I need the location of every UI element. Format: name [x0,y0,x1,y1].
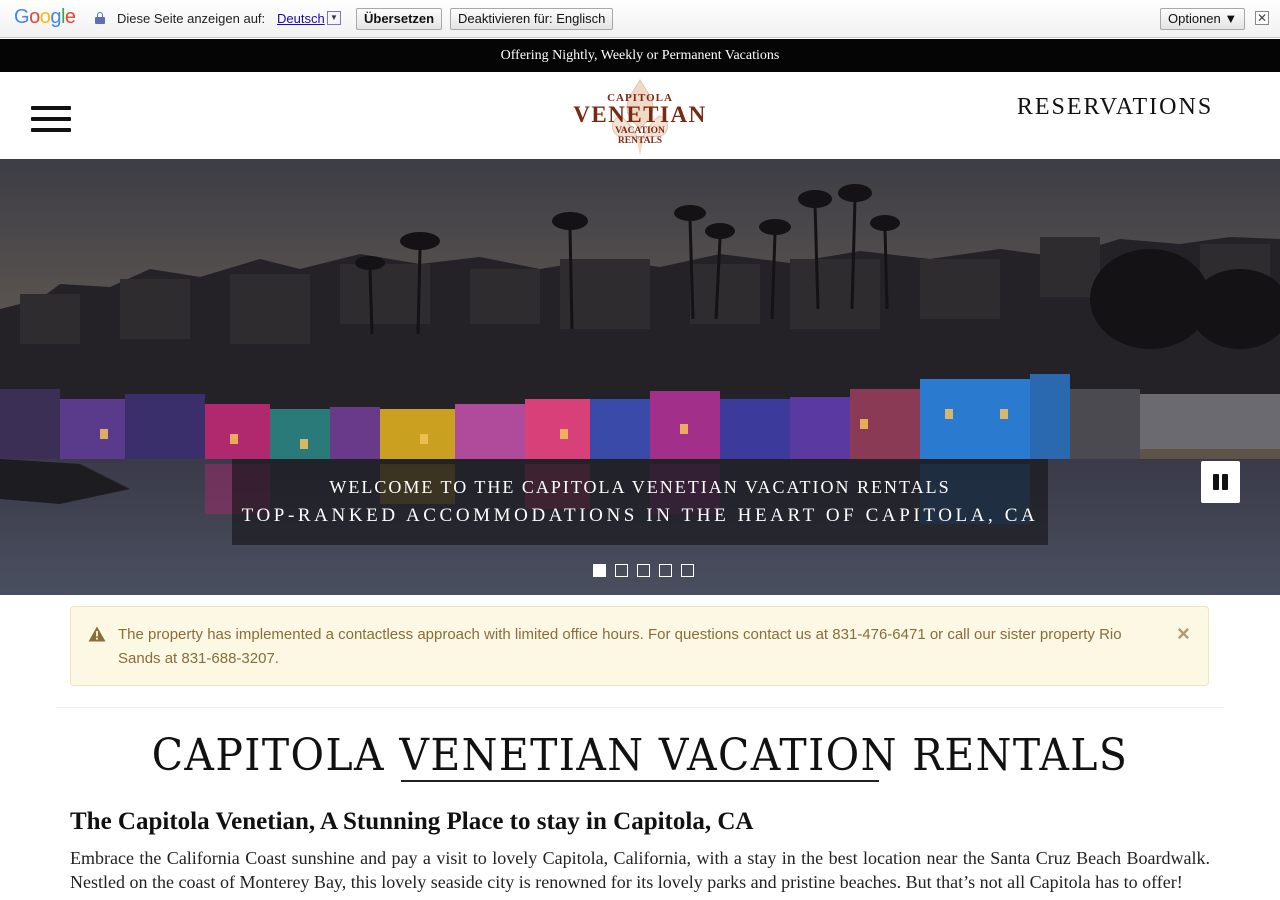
hero-caption-line-1: WELCOME TO THE CAPITOLA VENETIAN VACATIO… [329,477,951,497]
pause-icon[interactable] [1201,461,1240,503]
close-icon[interactable]: × [1177,621,1190,647]
language-link[interactable]: Deutsch [277,11,325,26]
notice-alert: The property has implemented a contactle… [70,606,1209,686]
translate-label: Diese Seite anzeigen auf: [117,11,266,26]
translate-button[interactable]: Übersetzen [356,8,443,30]
alert-text: The property has implemented a contactle… [118,626,1122,667]
intro-paragraph: Embrace the California Coast sunshine an… [70,848,1210,892]
translate-bar: Google Diese Seite anzeigen auf: Deutsch… [0,0,1280,38]
divider [56,707,1224,708]
section-heading: The Capitola Venetian, A Stunning Place … [70,808,754,835]
site-logo[interactable]: CAPITOLA VENETIAN VACATION RENTALS [565,76,715,158]
slider-dot[interactable] [593,564,606,577]
hero-caption-line-2: TOP-RANKED ACCOMMODATIONS IN THE HEART O… [241,505,1039,526]
logo-main-text: VENETIAN [573,102,707,127]
options-button[interactable]: Optionen ▼ [1160,8,1246,30]
close-icon[interactable]: ✕ [1255,11,1269,25]
reservations-link[interactable]: RESERVATIONS [1000,94,1230,121]
slider-dot[interactable] [681,564,694,577]
google-logo-letter: e [64,6,76,28]
logo-sub-text: VACATION [615,126,665,136]
google-logo-letter: o [29,6,40,28]
hero-caption: WELCOME TO THE CAPITOLA VENETIAN VACATIO… [232,459,1048,545]
announcement-bar: Offering Nightly, Weekly or Permanent Va… [0,39,1280,72]
lock-icon [95,12,105,24]
slider-dot[interactable] [659,564,672,577]
page-title: CAPITOLA VENETIAN VACATION RENTALS [151,730,1129,781]
warning-icon [88,626,106,642]
logo-sub-text-2: RENTALS [617,136,663,146]
menu-icon[interactable] [31,106,71,132]
site-header: CAPITOLA VENETIAN VACATION RENTALS RESER… [0,72,1280,159]
google-logo-letter: o [39,6,51,28]
chevron-down-icon[interactable]: ▼ [327,11,341,25]
google-logo-letter: G [14,6,30,28]
google-logo: Google [14,6,76,29]
slider-dot[interactable] [615,564,628,577]
slider-dot[interactable] [637,564,650,577]
google-logo-letter: g [50,6,61,28]
disable-translation-button[interactable]: Deaktivieren für: Englisch [450,8,614,30]
title-underline [401,780,879,782]
